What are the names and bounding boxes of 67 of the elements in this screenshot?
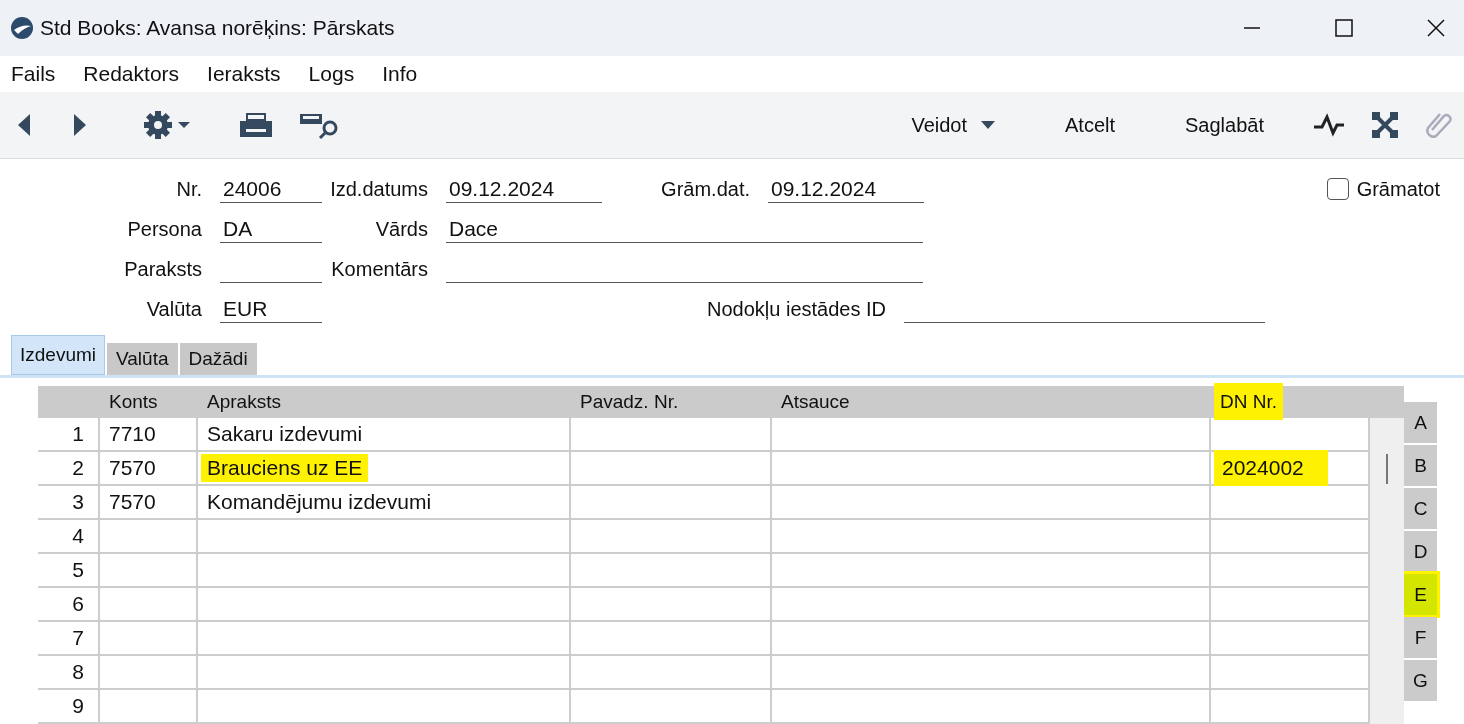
field-label: Izd.datums bbox=[329, 177, 429, 201]
input-field[interactable]: 24006 bbox=[220, 175, 322, 203]
print-icon[interactable] bbox=[240, 111, 272, 139]
column-flap[interactable]: C bbox=[1404, 488, 1437, 529]
table-cell: 7570 bbox=[100, 486, 198, 518]
table-cell: Brauciens uz EE bbox=[201, 454, 369, 482]
table-cell: 7570 bbox=[100, 452, 198, 484]
field-label: Nodokļu iestādes ID bbox=[706, 297, 887, 321]
column-header: Konts bbox=[109, 391, 158, 412]
column-flap[interactable]: A bbox=[1404, 402, 1437, 443]
row-number: 5 bbox=[38, 554, 100, 586]
field-label: Grām.dat. bbox=[660, 177, 751, 201]
toolbar-button[interactable]: Veidot bbox=[901, 109, 1005, 141]
column-flap[interactable]: F bbox=[1404, 617, 1437, 658]
checkbox-label: Grāmatot bbox=[1356, 177, 1440, 201]
tab[interactable]: Izdevumi bbox=[11, 335, 106, 375]
column-header: DN Nr. bbox=[1214, 383, 1283, 420]
row-number: 2 bbox=[38, 452, 100, 484]
field-label: Persona bbox=[126, 217, 203, 241]
field-label: Vārds bbox=[374, 217, 429, 241]
column-header: Apraksts bbox=[207, 391, 281, 412]
field-label: Valūta bbox=[145, 297, 203, 321]
menu-item[interactable]: Logs bbox=[308, 62, 355, 86]
table-cell: Sakaru izdevumi bbox=[207, 422, 363, 446]
input-field[interactable]: EUR bbox=[220, 295, 322, 323]
app-logo-icon bbox=[10, 16, 34, 40]
table-cell: 2024002 bbox=[1214, 450, 1328, 486]
close-icon[interactable] bbox=[1426, 18, 1446, 38]
toolbar-button[interactable]: Atcelt bbox=[1055, 109, 1126, 141]
row-number: 8 bbox=[38, 656, 100, 688]
table-cell: Komandējumu izdevumi bbox=[207, 490, 432, 514]
menu-item[interactable]: Redaktors bbox=[83, 62, 180, 86]
row-number: 3 bbox=[38, 486, 100, 518]
window-title: Std Books: Avansa norēķins: Pārskats bbox=[40, 16, 395, 40]
expand-icon[interactable] bbox=[1372, 112, 1398, 138]
toolbar-button[interactable]: Saglabāt bbox=[1175, 109, 1274, 141]
scrollbar[interactable] bbox=[1370, 418, 1404, 724]
caret-icon bbox=[981, 121, 995, 129]
input-field[interactable]: DA bbox=[220, 215, 322, 243]
column-flap[interactable]: D bbox=[1404, 531, 1437, 572]
column-flap[interactable]: E bbox=[1404, 574, 1437, 615]
previous-icon[interactable] bbox=[18, 114, 32, 136]
next-icon[interactable] bbox=[72, 114, 86, 136]
menu-item[interactable]: Info bbox=[382, 62, 418, 86]
column-flap[interactable]: B bbox=[1404, 445, 1437, 486]
field-label: Nr. bbox=[175, 177, 203, 201]
column-header: Pavadz. Nr. bbox=[580, 391, 679, 412]
input-field[interactable]: 09.12.2024 bbox=[446, 175, 602, 203]
field-label: Paraksts bbox=[123, 257, 203, 281]
row-number: 4 bbox=[38, 520, 100, 552]
tab[interactable]: Dažādi bbox=[179, 343, 257, 375]
row-number: 1 bbox=[38, 418, 100, 450]
input-field[interactable]: 09.12.2024 bbox=[768, 175, 924, 203]
input-field[interactable]: Dace bbox=[446, 215, 923, 243]
maximize-icon[interactable] bbox=[1334, 18, 1354, 38]
menu-item[interactable]: Fails bbox=[11, 62, 56, 86]
column-header: Atsauce bbox=[781, 391, 850, 412]
checkbox[interactable] bbox=[1326, 178, 1349, 200]
pulse-icon[interactable] bbox=[1314, 113, 1344, 137]
tab[interactable]: Valūta bbox=[107, 343, 178, 375]
menu-item[interactable]: Ieraksts bbox=[207, 62, 281, 86]
row-number: 7 bbox=[38, 622, 100, 654]
field-label: Komentārs bbox=[330, 257, 429, 281]
row-number: 6 bbox=[38, 588, 100, 620]
column-flap[interactable]: G bbox=[1404, 660, 1437, 701]
table-cell: 7710 bbox=[100, 418, 198, 450]
row-number: 9 bbox=[38, 690, 100, 722]
